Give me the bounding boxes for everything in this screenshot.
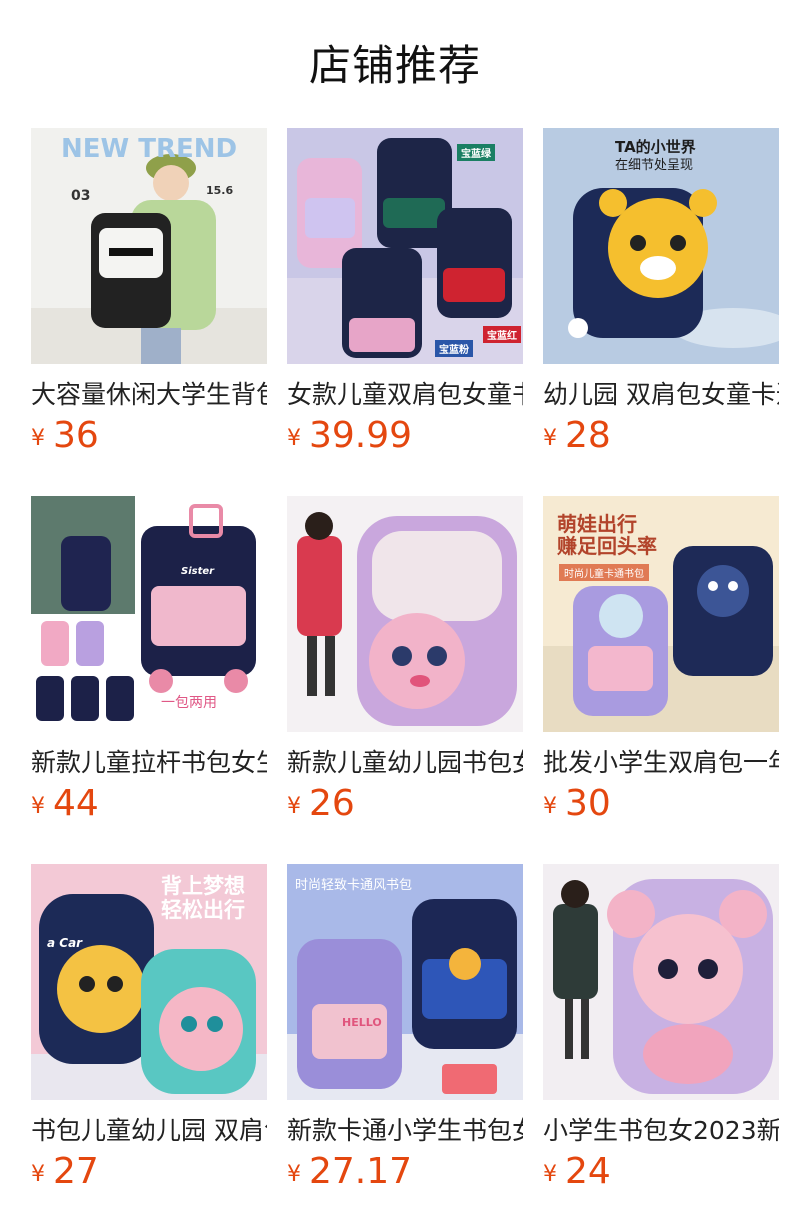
brand-label: Sister bbox=[181, 566, 215, 577]
currency-symbol: ¥ bbox=[31, 794, 45, 819]
product-card[interactable]: 小学生书包女2023新款 ¥24 bbox=[543, 864, 779, 1232]
price-value: 27.17 bbox=[309, 1151, 413, 1192]
price-value: 44 bbox=[53, 783, 99, 824]
product-image[interactable]: 宝蓝绿 宝蓝红 宝蓝粉 bbox=[287, 128, 523, 364]
product-card[interactable]: 时尚轻致卡通风书包 HELLO 新款卡通小学生书包女 ¥27.17 bbox=[287, 864, 523, 1232]
product-price: ¥27.17 bbox=[287, 1150, 412, 1194]
image-overlay-subtext: 轻松出行 bbox=[161, 898, 245, 922]
currency-symbol: ¥ bbox=[31, 1162, 45, 1187]
product-price: ¥26 bbox=[287, 782, 355, 826]
product-price: ¥30 bbox=[543, 782, 611, 826]
product-title[interactable]: 新款卡通小学生书包女 bbox=[287, 1113, 523, 1149]
price-value: 39.99 bbox=[309, 415, 413, 456]
currency-symbol: ¥ bbox=[543, 426, 557, 451]
product-image[interactable]: 时尚轻致卡通风书包 HELLO bbox=[287, 864, 523, 1100]
price-value: 26 bbox=[309, 783, 355, 824]
price-value: 27 bbox=[53, 1151, 99, 1192]
product-card[interactable]: NEW TREND 15.6 03 大容量休闲大学生背包 ¥36 bbox=[31, 128, 267, 496]
product-title[interactable]: 新款儿童幼儿园书包女 bbox=[287, 745, 523, 781]
product-title[interactable]: 批发小学生双肩包一年级 bbox=[543, 745, 779, 781]
page-title: 店铺推荐 bbox=[308, 41, 481, 90]
product-card[interactable]: TA的小世界 在细节处呈现 幼儿园 双肩包女童卡通 ¥28 bbox=[543, 128, 779, 496]
product-title[interactable]: 女款儿童双肩包女童书包 bbox=[287, 377, 523, 413]
color-tag: 宝蓝粉 bbox=[435, 340, 473, 357]
product-card[interactable]: 萌娃出行 赚足回头率 时尚儿童卡通书包 批发小学生双肩包一年级 ¥30 bbox=[543, 496, 779, 864]
color-tag: 宝蓝红 bbox=[483, 326, 521, 343]
image-overlay-subtext: 在细节处呈现 bbox=[615, 158, 694, 173]
product-price: ¥27 bbox=[31, 1150, 99, 1194]
product-price: ¥24 bbox=[543, 1150, 611, 1194]
image-overlay-text: 时尚轻致卡通风书包 bbox=[295, 878, 413, 893]
product-price: ¥44 bbox=[31, 782, 99, 826]
image-overlay-tag: 时尚儿童卡通书包 bbox=[559, 564, 649, 581]
product-image[interactable]: 背上梦想 轻松出行 a Car bbox=[31, 864, 267, 1100]
price-value: 30 bbox=[565, 783, 611, 824]
product-price: ¥39.99 bbox=[287, 414, 412, 458]
product-title[interactable]: 小学生书包女2023新款 bbox=[543, 1113, 779, 1149]
product-image[interactable]: 一包两用 Sister bbox=[31, 496, 267, 732]
image-overlay-brand: a Car bbox=[47, 936, 83, 950]
image-overlay-badge: 15.6 bbox=[206, 184, 234, 197]
currency-symbol: ¥ bbox=[287, 426, 301, 451]
price-value: 28 bbox=[565, 415, 611, 456]
product-price: ¥28 bbox=[543, 414, 611, 458]
product-image[interactable] bbox=[543, 864, 779, 1100]
product-card[interactable]: 背上梦想 轻松出行 a Car 书包儿童幼儿园 双肩包 ¥27 bbox=[31, 864, 267, 1232]
color-tag: 宝蓝绿 bbox=[457, 144, 495, 161]
product-image[interactable] bbox=[287, 496, 523, 732]
currency-symbol: ¥ bbox=[287, 794, 301, 819]
image-overlay-number: 03 bbox=[71, 188, 91, 204]
product-image[interactable]: NEW TREND 15.6 03 bbox=[31, 128, 267, 364]
image-overlay-text: NEW TREND bbox=[61, 134, 238, 164]
product-grid: NEW TREND 15.6 03 大容量休闲大学生背包 ¥36 宝蓝绿 宝蓝红… bbox=[31, 128, 779, 1232]
product-image[interactable]: TA的小世界 在细节处呈现 bbox=[543, 128, 779, 364]
image-overlay-subtext: HELLO bbox=[342, 1016, 382, 1029]
image-overlay-subtext: 赚足回头率 bbox=[557, 534, 657, 558]
currency-symbol: ¥ bbox=[543, 1162, 557, 1187]
product-card[interactable]: 一包两用 Sister 新款儿童拉杆书包女生 ¥44 bbox=[31, 496, 267, 864]
price-value: 24 bbox=[565, 1151, 611, 1192]
product-title[interactable]: 幼儿园 双肩包女童卡通 bbox=[543, 377, 779, 413]
currency-symbol: ¥ bbox=[543, 794, 557, 819]
product-title[interactable]: 书包儿童幼儿园 双肩包 bbox=[31, 1113, 267, 1149]
product-image[interactable]: 萌娃出行 赚足回头率 时尚儿童卡通书包 bbox=[543, 496, 779, 732]
product-title[interactable]: 大容量休闲大学生背包 bbox=[31, 377, 267, 413]
product-title[interactable]: 新款儿童拉杆书包女生 bbox=[31, 745, 267, 781]
product-card[interactable]: 宝蓝绿 宝蓝红 宝蓝粉 女款儿童双肩包女童书包 ¥39.99 bbox=[287, 128, 523, 496]
currency-symbol: ¥ bbox=[287, 1162, 301, 1187]
product-card[interactable]: 新款儿童幼儿园书包女 ¥26 bbox=[287, 496, 523, 864]
currency-symbol: ¥ bbox=[31, 426, 45, 451]
price-value: 36 bbox=[53, 415, 99, 456]
image-overlay-text: 一包两用 bbox=[161, 695, 217, 711]
product-price: ¥36 bbox=[31, 414, 99, 458]
